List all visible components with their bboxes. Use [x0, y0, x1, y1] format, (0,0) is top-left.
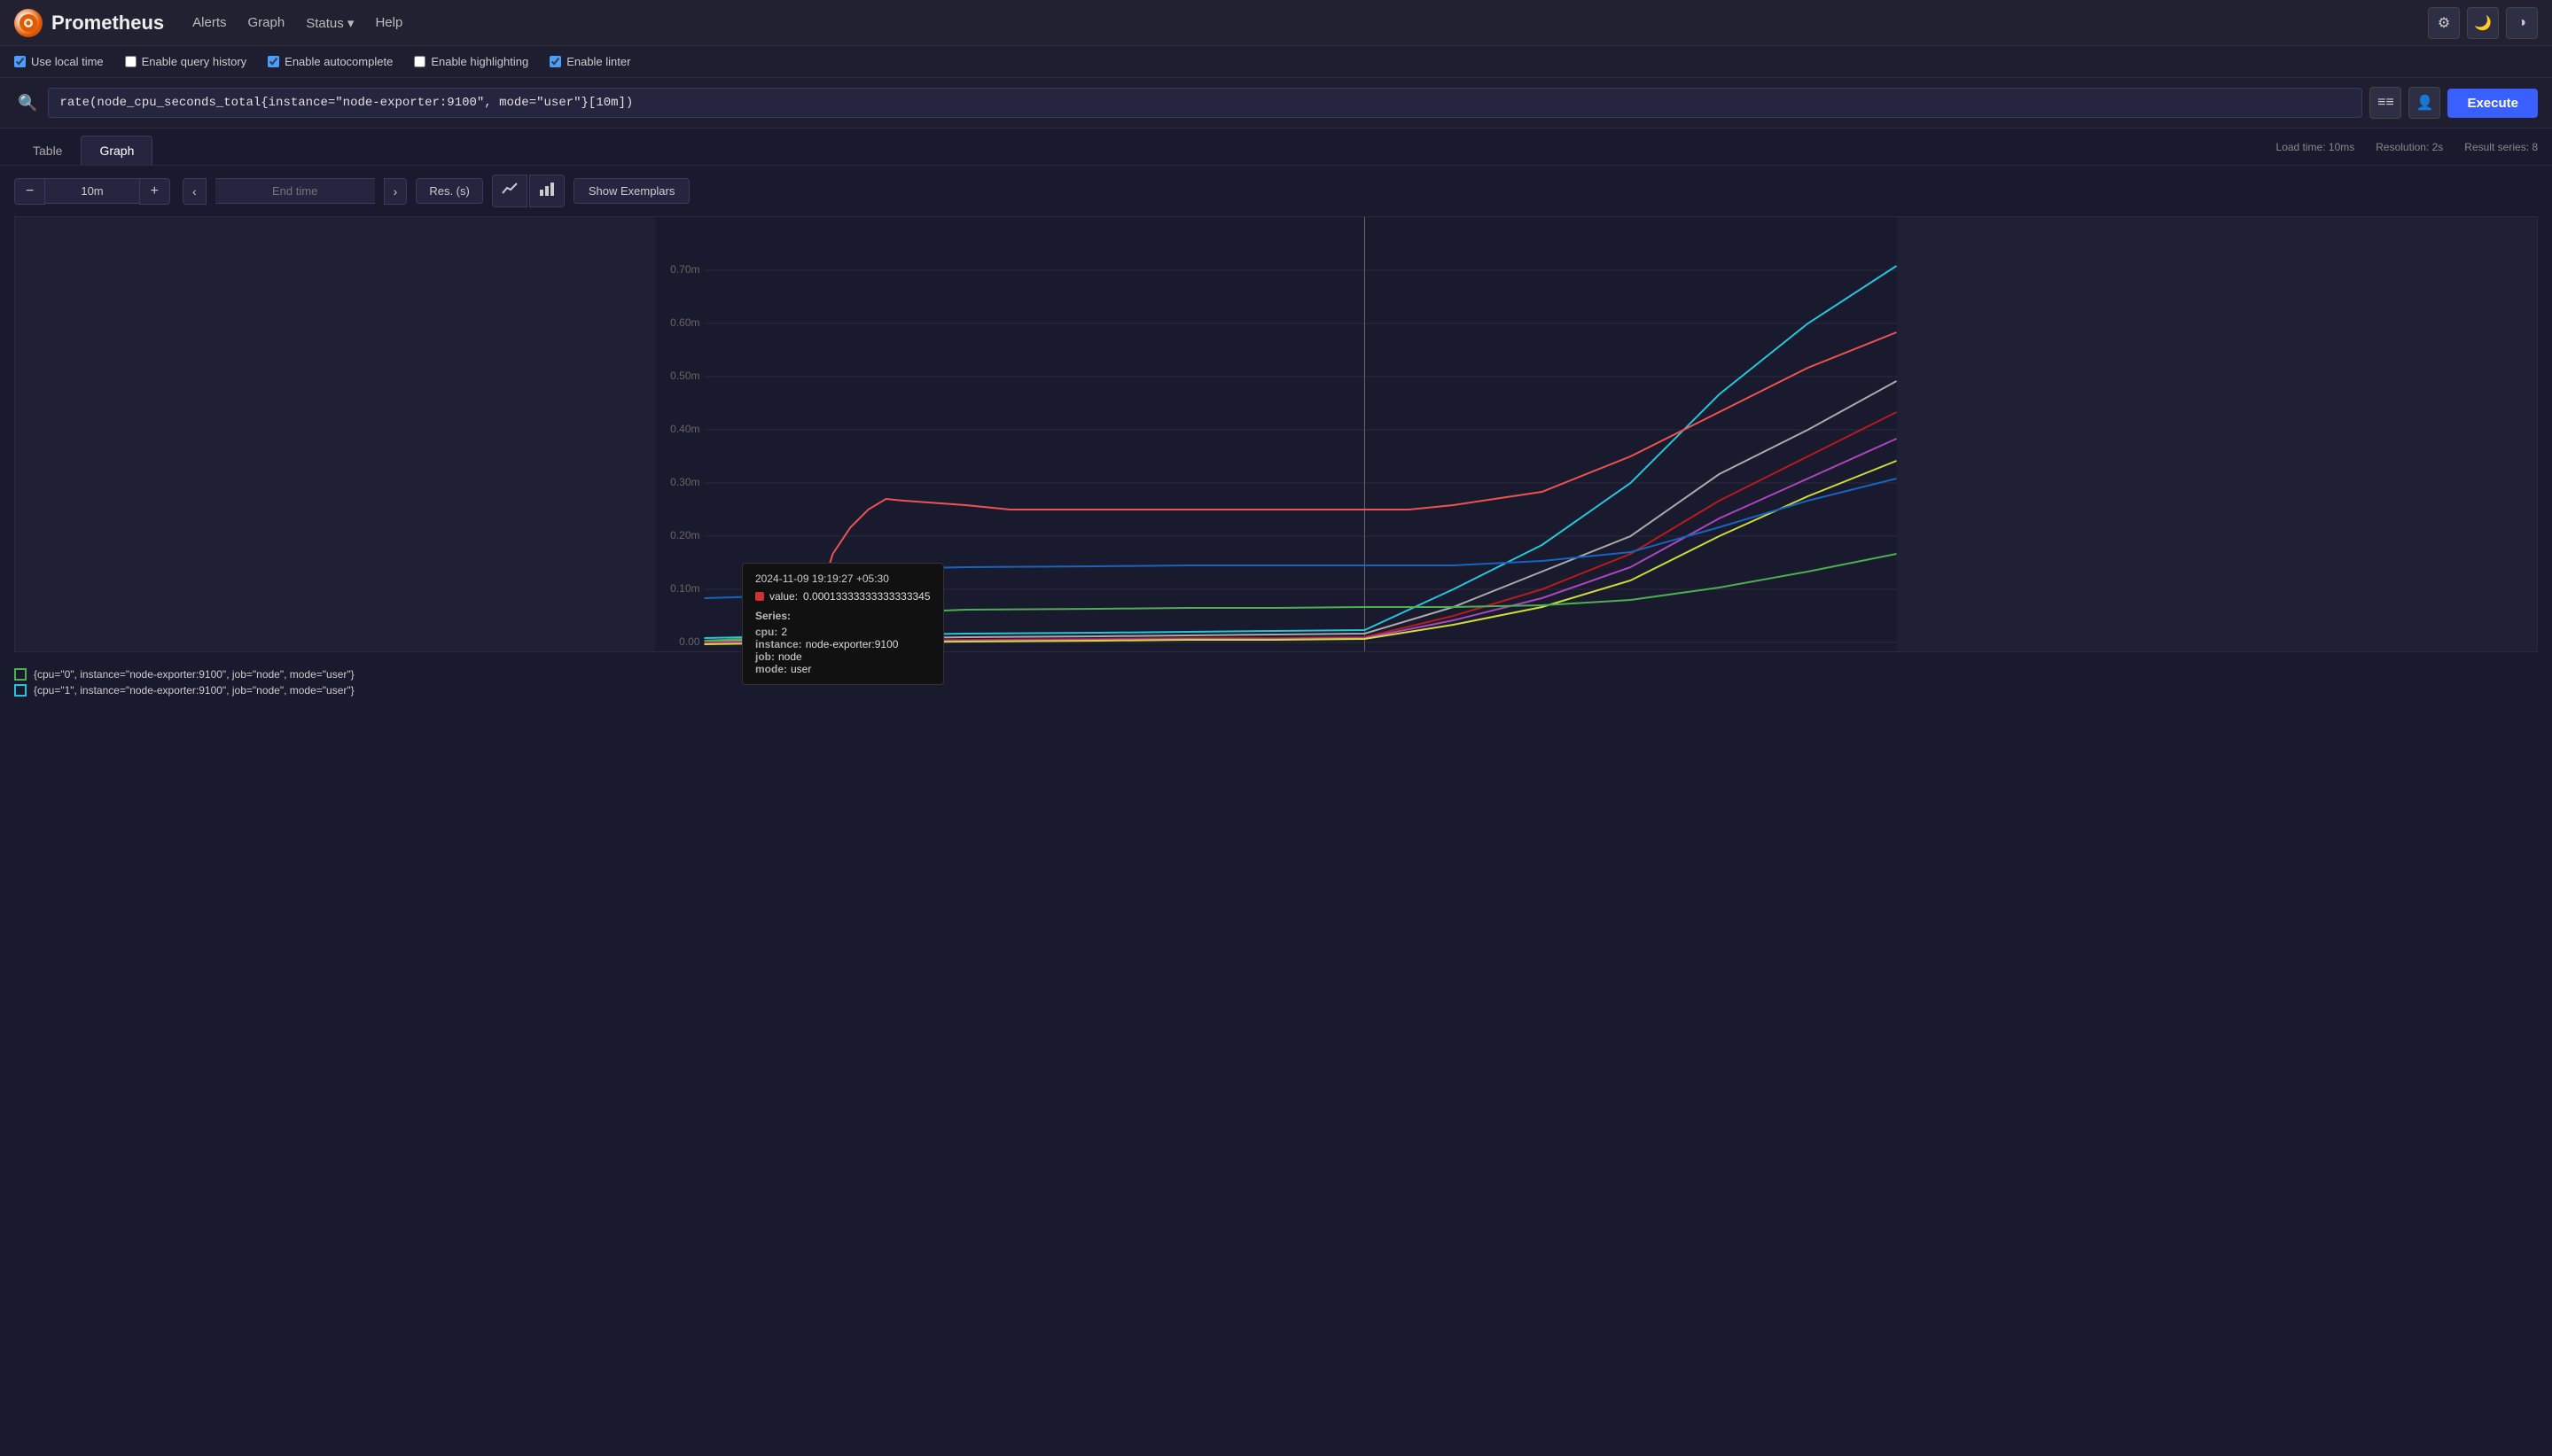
legend-color-0 [14, 668, 27, 681]
time-range-controls: − 10m + [14, 178, 170, 205]
svg-text:19:19: 19:19 [1351, 650, 1377, 651]
svg-text:19:14: 19:14 [691, 650, 717, 651]
format-button[interactable]: ≡≡ [2369, 87, 2401, 119]
enable-linter-checkbox[interactable]: Enable linter [550, 55, 630, 68]
tooltip-job: job: node [755, 650, 931, 663]
tab-table[interactable]: Table [14, 136, 81, 165]
main-chart: 0.70m 0.60m 0.50m 0.40m 0.30m 0.20m 0.10… [15, 217, 2537, 651]
svg-text:0.20m: 0.20m [670, 529, 699, 541]
enable-linter-label: Enable linter [566, 55, 630, 68]
app-title: Prometheus [51, 12, 164, 35]
time-prev-button[interactable]: ‹ [183, 178, 207, 205]
tooltip-job-key: job: [755, 650, 775, 663]
navbar: Prometheus Alerts Graph Status ▾ Help ⚙ … [0, 0, 2552, 46]
svg-text:19:18: 19:18 [1258, 650, 1284, 651]
theme-button[interactable]: 🌙 [2467, 7, 2499, 39]
svg-text:19:16: 19:16 [974, 650, 1001, 651]
brand: Prometheus [14, 9, 164, 37]
svg-text:0.40m: 0.40m [670, 423, 699, 435]
nav-help[interactable]: Help [375, 15, 402, 30]
enable-autocomplete-label: Enable autocomplete [285, 55, 393, 68]
nav-right: ⚙ 🌙 ◑ [2428, 7, 2538, 39]
decrease-time-button[interactable]: − [14, 178, 45, 205]
svg-text:0.30m: 0.30m [670, 476, 699, 488]
svg-text:0.50m: 0.50m [670, 370, 699, 382]
svg-text:0.00: 0.00 [679, 635, 700, 648]
nav-graph[interactable]: Graph [248, 15, 285, 30]
chart-type-buttons [492, 175, 565, 207]
svg-text:19:15: 19:15 [832, 650, 859, 651]
tooltip-job-val: node [778, 650, 802, 663]
time-next-button[interactable]: › [384, 178, 408, 205]
tabs: Table Graph [14, 136, 152, 165]
query-input[interactable] [48, 88, 2362, 118]
settings-button[interactable]: ⚙ [2428, 7, 2460, 39]
tabs-row: Table Graph Load time: 10ms Resolution: … [0, 128, 2552, 166]
legend-item-1[interactable]: {cpu="1", instance="node-exporter:9100",… [14, 684, 2538, 697]
metric-explorer-button[interactable]: 👤 [2408, 87, 2440, 119]
stacked-chart-button[interactable] [529, 175, 565, 207]
enable-autocomplete-checkbox[interactable]: Enable autocomplete [268, 55, 393, 68]
resolution: Resolution: 2s [2376, 141, 2443, 153]
use-local-time-checkbox[interactable]: Use local time [14, 55, 104, 68]
nav-links: Alerts Graph Status ▾ Help [192, 15, 402, 31]
end-time-input[interactable] [215, 178, 375, 204]
load-time: Load time: 10ms [2276, 141, 2355, 153]
chart-area: 0.70m 0.60m 0.50m 0.40m 0.30m 0.20m 0.10… [0, 216, 2552, 661]
legend-label-0: {cpu="0", instance="node-exporter:9100",… [34, 668, 355, 681]
result-series: Result series: 8 [2464, 141, 2538, 153]
prometheus-logo [14, 9, 43, 37]
svg-text:19:17: 19:17 [1116, 650, 1143, 651]
show-exemplars-button[interactable]: Show Exemplars [574, 178, 691, 204]
toolbar: Use local time Enable query history Enab… [0, 46, 2552, 78]
enable-query-history-label: Enable query history [142, 55, 247, 68]
tab-graph[interactable]: Graph [81, 136, 152, 165]
nav-status[interactable]: Status ▾ [306, 16, 354, 31]
increase-time-button[interactable]: + [139, 178, 170, 205]
svg-text:19:22: 19:22 [1635, 650, 1661, 651]
enable-query-history-checkbox[interactable]: Enable query history [125, 55, 247, 68]
svg-text:0.70m: 0.70m [670, 263, 699, 276]
legend-label-1: {cpu="1", instance="node-exporter:9100",… [34, 684, 355, 697]
legend-item-0[interactable]: {cpu="0", instance="node-exporter:9100",… [14, 668, 2538, 681]
execute-button[interactable]: Execute [2447, 89, 2538, 118]
svg-text:19:23: 19:23 [1838, 650, 1865, 651]
line-chart-button[interactable] [492, 175, 527, 207]
enable-highlighting-label: Enable highlighting [431, 55, 528, 68]
svg-text:0.60m: 0.60m [670, 316, 699, 329]
tab-meta: Load time: 10ms Resolution: 2s Result se… [2276, 141, 2538, 160]
use-local-time-label: Use local time [31, 55, 104, 68]
time-range-display: 10m [45, 178, 138, 204]
nav-alerts[interactable]: Alerts [192, 15, 226, 30]
graph-controls: − 10m + ‹ › Res. (s) Show Exemplars [0, 166, 2552, 216]
resolution-button[interactable]: Res. (s) [416, 178, 483, 204]
svg-text:0.10m: 0.10m [670, 582, 699, 595]
query-bar: 🔍 ≡≡ 👤 Execute [0, 78, 2552, 128]
chart-wrap: 0.70m 0.60m 0.50m 0.40m 0.30m 0.20m 0.10… [14, 216, 2538, 652]
legend-color-1 [14, 684, 27, 697]
enable-highlighting-checkbox[interactable]: Enable highlighting [414, 55, 528, 68]
contrast-button[interactable]: ◑ [2506, 7, 2538, 39]
search-icon: 🔍 [14, 94, 41, 113]
legend: {cpu="0", instance="node-exporter:9100",… [0, 661, 2552, 704]
